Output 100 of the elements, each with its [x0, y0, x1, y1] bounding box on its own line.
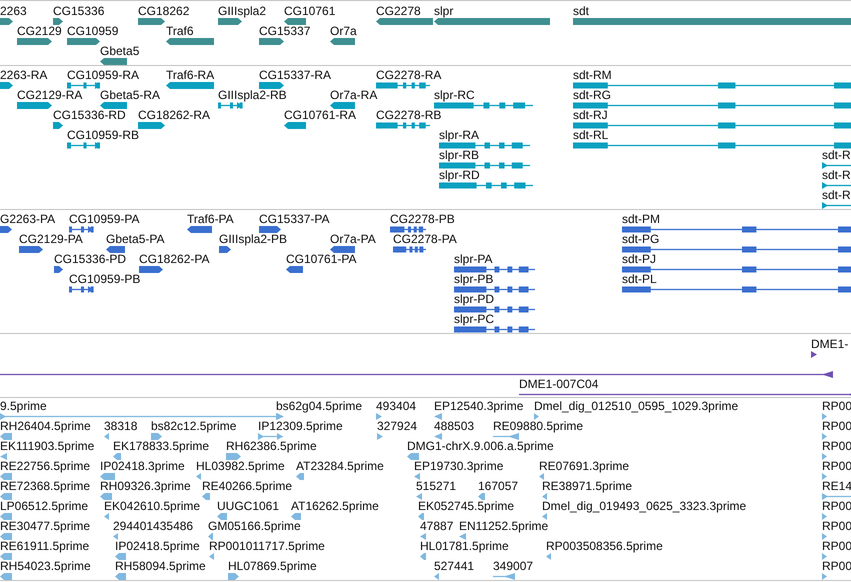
feature-label: Gbeta5: [100, 45, 140, 58]
feature-label: 488503: [434, 420, 474, 433]
feature-label: 167057: [478, 480, 518, 493]
feature-label: RE22756.5prime: [0, 460, 90, 473]
feature-label: 327924: [377, 420, 418, 433]
feature-label: LP06512.5prime: [0, 500, 88, 513]
feature-label: RH58094.5prime: [115, 560, 206, 573]
feature-label: CG15336-PD: [54, 253, 126, 266]
feature-label: CG2129-RA: [17, 89, 82, 102]
feature-label: sdt-RJ: [573, 109, 608, 122]
feature-label: IP12309.5prime: [258, 420, 343, 433]
feature-label: EK052745.5prime: [418, 500, 514, 513]
feature-label: CG15336: [53, 5, 104, 18]
feature-label: CG2278-PA: [393, 233, 457, 246]
feature-label: CG10959-RA: [67, 69, 140, 82]
feature-label: DME1-: [811, 338, 848, 351]
feature-label: CG10761: [284, 5, 336, 18]
feature-label: EP19730.3prime: [414, 460, 504, 473]
feature-label: 38318: [104, 420, 138, 433]
feature-label: Traf6: [166, 25, 194, 38]
feature-label: CG18262-PA: [139, 253, 210, 266]
feature-label: CG10959-PA: [69, 213, 140, 226]
feature-label: RE40266.5prime: [202, 480, 292, 493]
feature-label: EK178833.5prime: [113, 440, 210, 453]
feature-label: RE09880.5prime: [493, 420, 584, 433]
feature-label: GIIIspla2-RB: [218, 89, 287, 102]
feature-label: Or7a: [330, 25, 357, 38]
feature-label: RP003508356.5prime: [546, 540, 663, 553]
feature-label: CG15337-RA: [259, 69, 332, 82]
feature-label: 2263-RA: [0, 69, 48, 82]
feature-label: RE61911.5prime: [0, 540, 90, 553]
feature-label: 294401435486: [113, 520, 194, 533]
feature-label: DME1-007C04: [519, 378, 598, 391]
feature-label: slpr-PB: [454, 273, 494, 286]
feature-label: RE72368.5prime: [0, 480, 90, 493]
feature-label: slpr-PC: [454, 313, 494, 326]
feature-label: CG18262: [138, 5, 190, 18]
feature-label: HL07869.5prime: [228, 560, 317, 573]
feature-label: RE38971.5prime: [542, 480, 632, 493]
feature-label: AT23284.5prime: [296, 460, 384, 473]
feature-label: slpr-PA: [454, 253, 492, 266]
feature-label: RH62386.5prime: [226, 440, 317, 453]
feature-label: bs82c12.5prime: [151, 420, 236, 433]
feature-label: CG10761-PA: [286, 253, 356, 266]
feature-label: CG18262-RA: [138, 109, 210, 122]
feature-label: Dmel_dig_019493_0625_3323.3prime: [542, 500, 746, 513]
feature-label: GIIIspla2: [218, 5, 266, 18]
feature-label: CG10959-RB: [67, 129, 140, 142]
feature-label: RP001011717.5prime: [209, 540, 325, 553]
feature-label: CG10959: [67, 25, 118, 38]
feature-label: RH26404.5prime: [0, 420, 91, 433]
feature-label: RE30477.5prime: [0, 520, 90, 533]
feature-label: UUGC1061: [217, 500, 280, 513]
feature-label: HL03982.5prime: [196, 460, 285, 473]
feature-label: sdt-R: [822, 169, 851, 182]
feature-label: GIIIspla2-PB: [219, 233, 288, 246]
feature-label: slpr-RC: [434, 89, 475, 102]
feature-label: CG2278-RA: [376, 69, 442, 82]
feature-label: 515271: [416, 480, 456, 493]
feature-label: CG2129-PA: [19, 233, 83, 246]
feature-label: 2263: [0, 5, 27, 18]
feature-label: sdt-R: [822, 149, 851, 162]
feature-label: sdt-PJ: [622, 253, 656, 266]
feature-label: 47887: [420, 520, 454, 533]
feature-label: slpr-RB: [439, 149, 480, 162]
feature-label: EK042610.5prime: [104, 500, 200, 513]
feature-label: EN11252.5prime: [459, 520, 548, 533]
feature-label: Or7a-RA: [330, 89, 378, 102]
feature-label: Dmel_dig_012510_0595_1029.3prime: [534, 400, 738, 413]
feature-label: CG15336-RD: [53, 109, 126, 122]
feature-label: slpr: [434, 5, 454, 18]
feature-label: slpr-RA: [439, 129, 480, 142]
feature-label: sdt-RM: [573, 69, 612, 82]
feature-label: Traf6-RA: [166, 69, 214, 82]
feature-label: Or7a-PA: [330, 233, 376, 246]
feature-label: slpr-RD: [439, 169, 480, 182]
feature-label: 9.5prime: [0, 400, 47, 413]
feature-label: IP02418.3prime: [100, 460, 185, 473]
feature-label: G2263-PA: [0, 213, 56, 226]
feature-label: Gbeta5-PA: [106, 233, 164, 246]
feature-label: IP02418.5prime: [115, 540, 200, 553]
feature-label: sdt-PG: [622, 233, 660, 246]
feature-label: CG2278-RB: [376, 109, 442, 122]
feature-label: 527441: [434, 560, 474, 573]
feature-label: sdt-R: [822, 189, 851, 202]
feature-label: sdt-PL: [622, 273, 657, 286]
feature-label: CG2278-PB: [390, 213, 455, 226]
feature-label: DMG1-chrX.9.006.a.5prime: [407, 440, 554, 453]
feature-label: GM05166.5prime: [208, 520, 301, 533]
feature-label: slpr-PD: [454, 293, 494, 306]
feature-label: sdt-RL: [573, 129, 608, 142]
feature-label: RH54023.5prime: [0, 560, 91, 573]
feature-label: sdt-RG: [573, 89, 612, 102]
feature-label: RH09326.3prime: [100, 480, 191, 493]
feature-label: HL01781.5prime: [420, 540, 509, 553]
feature-label: AT16262.5prime: [291, 500, 379, 513]
feature-label: 349007: [493, 560, 534, 573]
feature-label: Gbeta5-RA: [100, 89, 160, 102]
feature-label: CG15337: [259, 25, 310, 38]
feature-label: bs62g04.5prime: [276, 400, 362, 413]
